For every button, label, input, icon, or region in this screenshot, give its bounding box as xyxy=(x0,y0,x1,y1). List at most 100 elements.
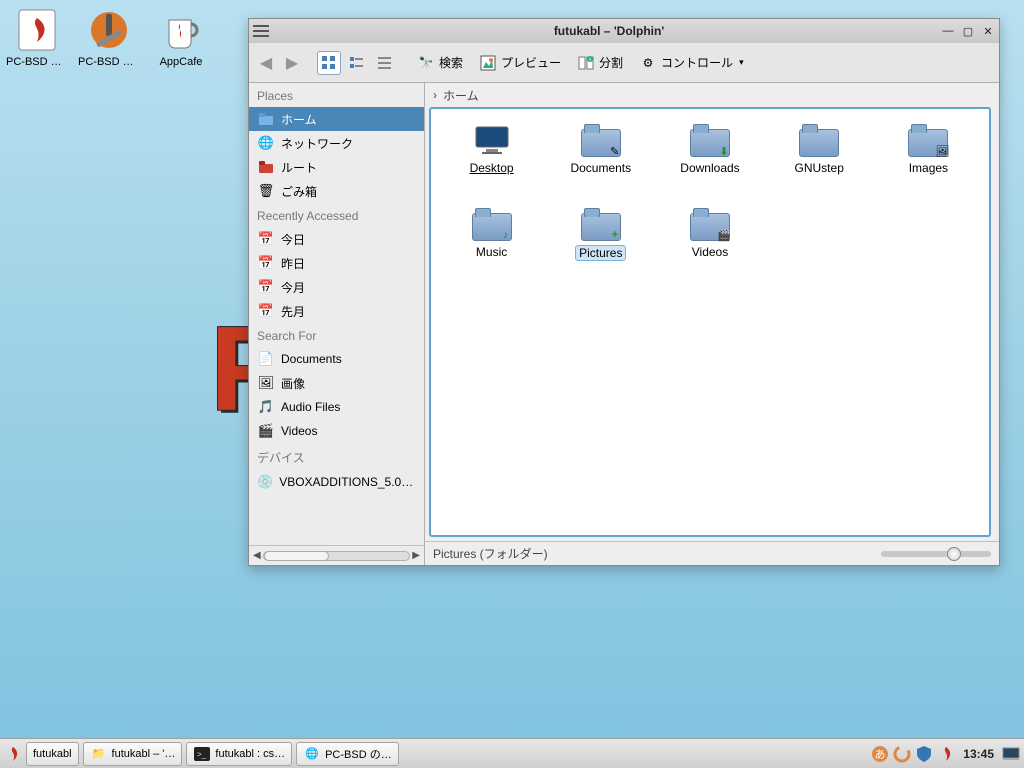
calendar-icon: 📅 xyxy=(257,278,275,296)
desktop-icons: PC-BSD Handb… PC-BSD Control AppCafe xyxy=(6,6,212,68)
flame-tray-icon[interactable] xyxy=(937,745,955,763)
view-icons-button[interactable] xyxy=(317,51,341,75)
forward-button[interactable]: ▶ xyxy=(281,52,303,74)
sidebar-item-label: Documents xyxy=(281,352,342,366)
file-music[interactable]: ♪ Music xyxy=(439,207,544,287)
sidebar-hscroll[interactable]: ◀ ▶ xyxy=(249,545,424,565)
window-title: futukabl – 'Dolphin' xyxy=(277,24,941,38)
sidebar-device-vbox[interactable]: 💿VBOXADDITIONS_5.0.4_10… xyxy=(249,470,424,494)
titlebar[interactable]: futukabl – 'Dolphin' — ▢ ✕ xyxy=(249,19,999,43)
file-label: Music xyxy=(476,245,507,259)
breadcrumb-label: ホーム xyxy=(443,87,479,104)
desktop-folder-icon xyxy=(472,123,512,157)
task-label: futukabl : cs… xyxy=(215,748,285,760)
file-images[interactable]: 🖼Images xyxy=(876,123,981,203)
sidebar-item-thismonth[interactable]: 📅今月 xyxy=(249,275,424,299)
file-gnustep[interactable]: GNUstep xyxy=(767,123,872,203)
file-videos[interactable]: 🎬Videos xyxy=(657,207,762,287)
task-label: futukabl xyxy=(33,748,72,760)
task-dolphin[interactable]: 📁futukabl – '… xyxy=(83,742,183,766)
file-pictures[interactable]: +Pictures xyxy=(548,207,653,287)
calendar-icon: 📅 xyxy=(257,230,275,248)
scroll-right-icon[interactable]: ▶ xyxy=(412,550,420,561)
di-pcbsd-handbook[interactable]: PC-BSD Handb… xyxy=(6,6,68,68)
maximize-button[interactable]: ▢ xyxy=(961,24,975,38)
di-pcbsd-control[interactable]: PC-BSD Control xyxy=(78,6,140,68)
sidebar-item-root[interactable]: ルート xyxy=(249,155,424,179)
sidebar-item-label: ごみ箱 xyxy=(281,183,317,200)
preview-button[interactable]: プレビュー xyxy=(473,51,567,75)
taskbar: futukabl 📁futukabl – '… >_ futukabl : cs…… xyxy=(0,738,1024,768)
sidebar-item-trash[interactable]: 🗑 ごみ箱 xyxy=(249,179,424,203)
globe-icon: 🌐 xyxy=(257,134,275,152)
sidebar-item-label: 画像 xyxy=(281,375,305,392)
start-button[interactable] xyxy=(4,745,22,763)
zoom-knob[interactable] xyxy=(947,547,961,561)
sidebar-item-label: 先月 xyxy=(281,303,305,320)
sidebar-header-recent: Recently Accessed xyxy=(249,203,424,227)
back-button[interactable]: ◀ xyxy=(255,52,277,74)
sidebar-item-yesterday[interactable]: 📅昨日 xyxy=(249,251,424,275)
sidebar-item-label: ホーム xyxy=(281,111,317,128)
scrollbar-thumb[interactable] xyxy=(264,551,330,561)
file-view[interactable]: Desktop ✎Documents ⬇Downloads GNUstep 🖼I… xyxy=(429,107,991,537)
ime-icon[interactable]: あ xyxy=(871,745,889,763)
desktop-icon-label: PC-BSD Control xyxy=(78,56,140,68)
sidebar-item-label: 今日 xyxy=(281,231,305,248)
sidebar-search-videos[interactable]: 🎬Videos xyxy=(249,419,424,443)
window-menu-icon[interactable] xyxy=(253,25,269,37)
file-label: Desktop xyxy=(470,161,514,175)
breadcrumb[interactable]: ›ホーム xyxy=(425,83,999,107)
scrollbar-track[interactable] xyxy=(263,551,411,561)
close-button[interactable]: ✕ xyxy=(981,24,995,38)
view-compact-button[interactable] xyxy=(345,51,369,75)
mug-icon xyxy=(157,6,205,54)
calendar-icon: 📅 xyxy=(257,302,275,320)
file-downloads[interactable]: ⬇Downloads xyxy=(657,123,762,203)
sidebar-header-search: Search For xyxy=(249,323,424,347)
task-terminal[interactable]: >_ futukabl : cs… xyxy=(186,742,292,766)
search-button[interactable]: 🔭 検索 xyxy=(411,51,469,75)
trash-icon: 🗑 xyxy=(257,182,275,200)
show-desktop-icon[interactable] xyxy=(1002,745,1020,763)
chevron-down-icon: ▾ xyxy=(739,57,744,68)
update-icon[interactable] xyxy=(893,745,911,763)
toolbar-label: プレビュー xyxy=(501,54,561,71)
image-icon: 🖼 xyxy=(257,374,275,392)
clock[interactable]: 13:45 xyxy=(959,747,998,761)
task-label: PC-BSD の… xyxy=(325,746,392,762)
control-button[interactable]: ⚙ コントロール ▾ xyxy=(633,51,750,75)
sidebar-search-audio[interactable]: 🎵Audio Files xyxy=(249,395,424,419)
root-folder-icon xyxy=(257,158,275,176)
split-icon: + xyxy=(577,54,595,72)
sidebar-item-lastmonth[interactable]: 📅 先月 xyxy=(249,299,424,323)
svg-text:>_: >_ xyxy=(197,750,207,759)
task-browser[interactable]: 🌐PC-BSD の… xyxy=(296,742,399,766)
document-icon: 📄 xyxy=(257,350,275,368)
svg-text:+: + xyxy=(589,57,592,63)
sidebar-item-today[interactable]: 📅 今日 xyxy=(249,227,424,251)
file-label: Downloads xyxy=(680,161,739,175)
sidebar-item-home[interactable]: ホーム xyxy=(249,107,424,131)
sidebar-item-network[interactable]: 🌐 ネットワーク xyxy=(249,131,424,155)
split-button[interactable]: + 分割 xyxy=(571,51,629,75)
minimize-button[interactable]: — xyxy=(941,24,955,38)
disc-icon: 💿 xyxy=(257,473,273,491)
di-appcafe[interactable]: AppCafe xyxy=(150,6,212,68)
file-desktop[interactable]: Desktop xyxy=(439,123,544,203)
flame-page-icon xyxy=(13,6,61,54)
zoom-slider[interactable] xyxy=(881,551,991,557)
main-area: ›ホーム Desktop ✎Documents ⬇Downloads GNUst… xyxy=(425,83,999,565)
tools-icon xyxy=(85,6,133,54)
sidebar: Places ホーム 🌐ネットワーク ルート 🗑ごみ箱 Recently Acc… xyxy=(249,83,425,565)
sidebar-item-label: ネットワーク xyxy=(281,135,353,152)
shield-icon[interactable] xyxy=(915,745,933,763)
svg-text:あ: あ xyxy=(875,748,886,761)
sidebar-search-documents[interactable]: 📄 Documents xyxy=(249,347,424,371)
task-desktop[interactable]: futukabl xyxy=(26,742,79,766)
sidebar-search-images[interactable]: 🖼 画像 xyxy=(249,371,424,395)
file-documents[interactable]: ✎Documents xyxy=(548,123,653,203)
view-details-button[interactable] xyxy=(373,51,397,75)
scroll-left-icon[interactable]: ◀ xyxy=(253,550,261,561)
music-folder-icon: ♪ xyxy=(472,207,512,241)
